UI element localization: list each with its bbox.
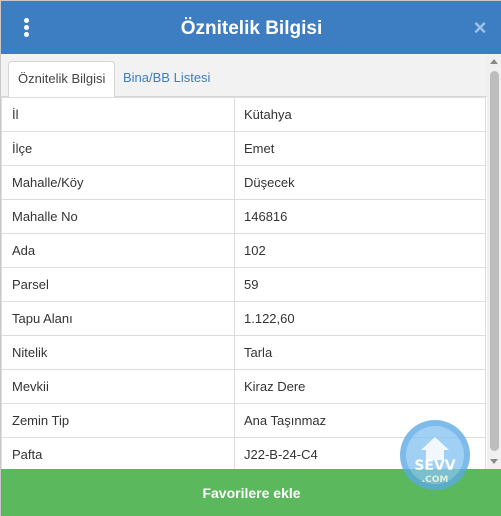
table-row: Mevkii Kiraz Dere [1,369,486,404]
table-row: Mahalle/Köy Düşecek [1,165,486,200]
table-row: Mahalle No 146816 [1,199,486,234]
close-icon[interactable]: × [469,17,491,39]
attribute-label: Zemin Tip [1,403,235,438]
attribute-label: Mahalle/Köy [1,165,235,200]
attribute-value: 1.122,60 [234,301,486,336]
attribute-label: Pafta [1,437,235,469]
attribute-value: 102 [234,233,486,268]
attribute-label: İlçe [1,131,235,166]
attribute-label: Nitelik [1,335,235,370]
tab-attribute-info[interactable]: Öznitelik Bilgisi [8,61,116,98]
attribute-value: Kütahya [234,97,486,132]
table-row: Ada 102 [1,233,486,268]
attribute-table: İl Kütahya İlçe Emet Mahalle/Köy Düşecek… [1,97,486,469]
table-row: Tapu Alanı 1.122,60 [1,301,486,336]
panel-title: Öznitelik Bilgisi [180,18,323,39]
scroll-up-arrow-icon[interactable] [490,59,498,64]
attribute-label: Tapu Alanı [1,301,235,336]
attribute-label: İl [1,97,235,132]
scroll-down-arrow-icon[interactable] [490,459,498,464]
attribute-label: Mevkii [1,369,235,404]
attribute-value: Tarla [234,335,486,370]
table-row: Pafta J22-B-24-C4 [1,437,486,469]
table-row: Parsel 59 [1,267,486,302]
attribute-value: J22-B-24-C4 [234,437,486,469]
vertical-scrollbar[interactable] [487,54,501,469]
attribute-value: 146816 [234,199,486,234]
attribute-label: Mahalle No [1,199,235,234]
attribute-label: Parsel [1,267,235,302]
attribute-label: Ada [1,233,235,268]
panel-header: Öznitelik Bilgisi × [1,1,501,54]
attribute-value: Emet [234,131,486,166]
table-row: Zemin Tip Ana Taşınmaz [1,403,486,438]
table-row: Nitelik Tarla [1,335,486,370]
kebab-menu-icon[interactable] [19,18,35,38]
scrollbar-thumb[interactable] [490,71,499,451]
attribute-value: Ana Taşınmaz [234,403,486,438]
attribute-table-container: İl Kütahya İlçe Emet Mahalle/Köy Düşecek… [1,97,487,469]
table-row: İlçe Emet [1,131,486,166]
attribute-value: 59 [234,267,486,302]
table-row: İl Kütahya [1,97,486,132]
tab-bar: Öznitelik Bilgisi Bina/BB Listesi [1,54,501,98]
attribute-value: Düşecek [234,165,486,200]
attribute-value: Kiraz Dere [234,369,486,404]
tab-building-list[interactable]: Bina/BB Listesi [114,61,219,98]
attribute-info-panel: Öznitelik Bilgisi × Öznitelik Bilgisi Bi… [0,0,501,516]
add-to-favorites-button[interactable]: Favorilere ekle [1,469,501,516]
